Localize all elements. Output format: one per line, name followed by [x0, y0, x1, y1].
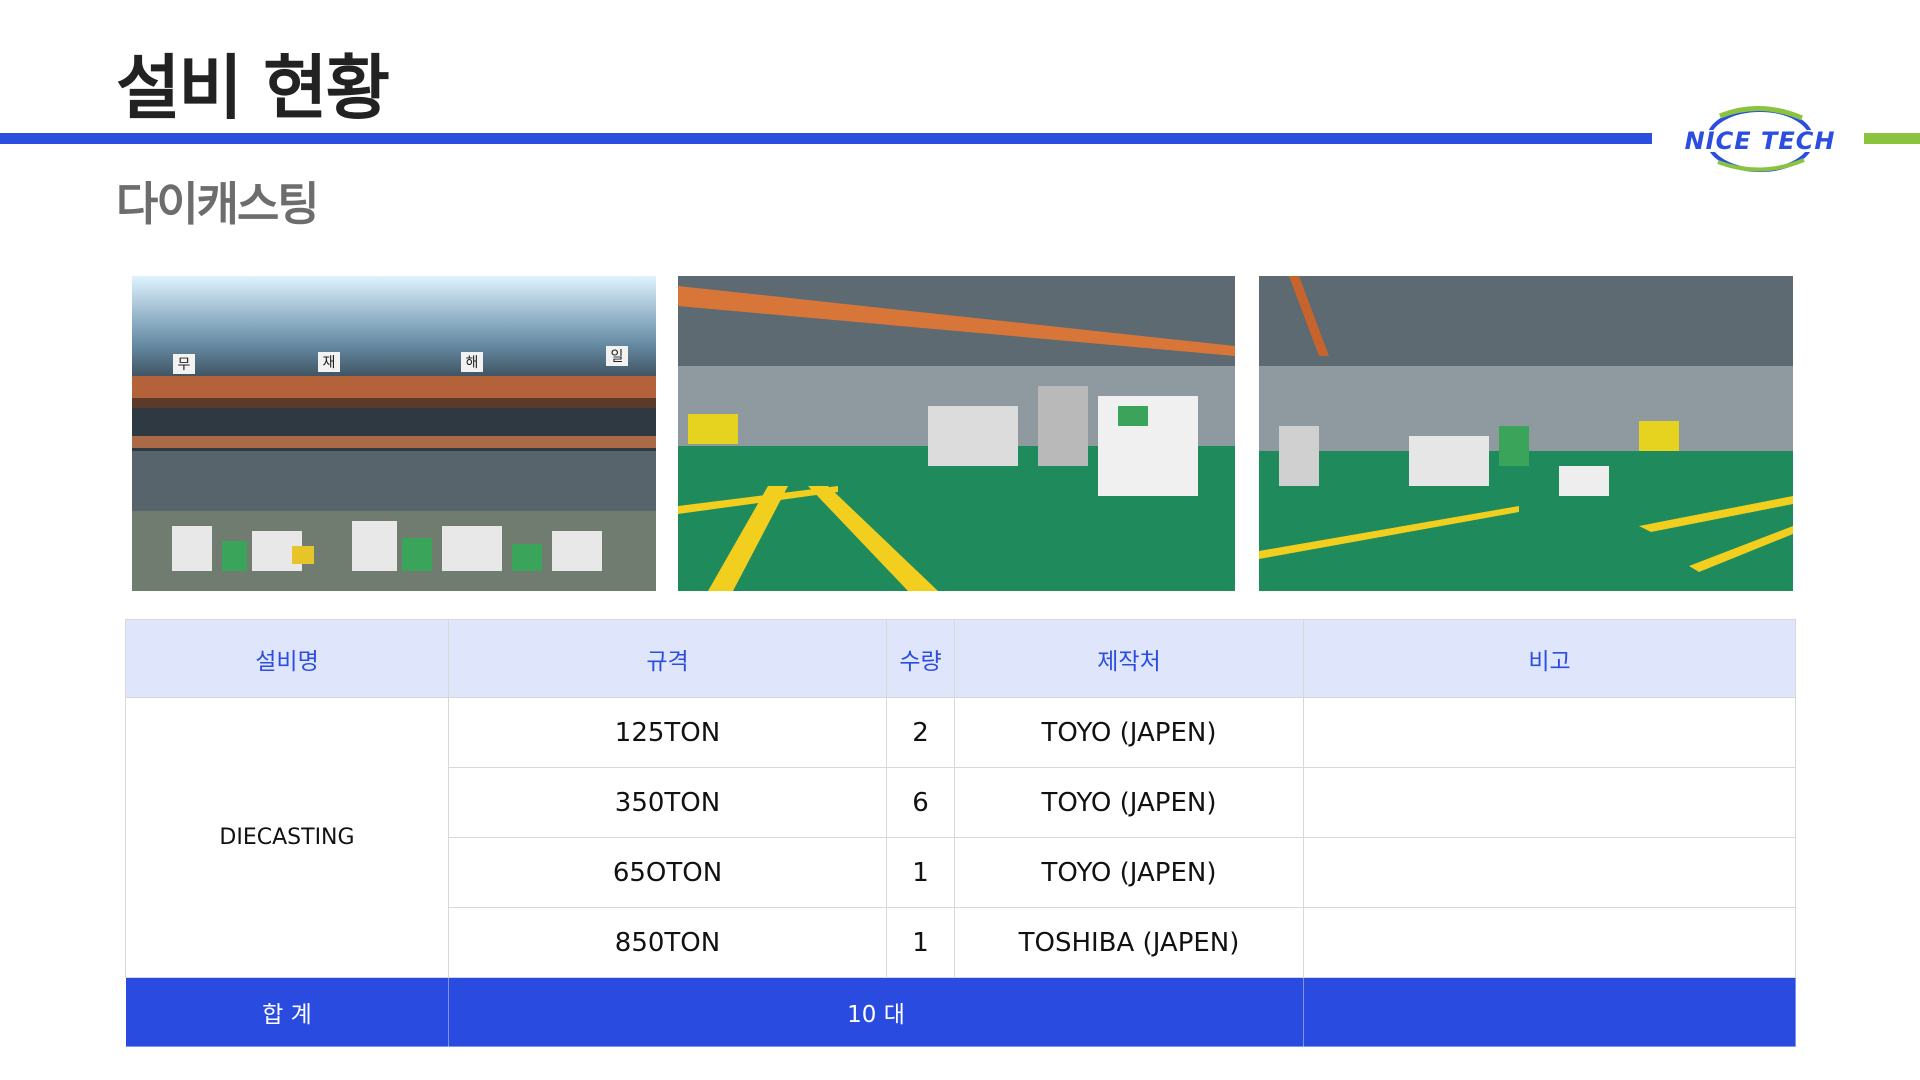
factory-interior-photo-3: [1259, 276, 1793, 591]
section-subtitle: 다이캐스팅: [116, 177, 320, 231]
spec-cell: 125TON: [448, 697, 887, 768]
logo-text: NICE TECH: [1685, 127, 1836, 155]
header-note: 비고: [1303, 619, 1796, 698]
quantity-cell: 2: [886, 697, 955, 768]
safety-sign-char: 일: [611, 349, 624, 365]
header-manufacturer: 제작처: [954, 619, 1304, 698]
table-row: DIECASTING 125TON 2 TOYO (JAPEN): [125, 697, 1796, 978]
header-equipment-name: 설비명: [125, 619, 449, 698]
note-cell: [1303, 907, 1796, 978]
header-spec: 규격: [448, 619, 887, 698]
manufacturer-cell: TOYO (JAPEN): [954, 767, 1304, 838]
factory-interior-photo-1: 무 재 해 일: [132, 276, 656, 591]
header-quantity: 수량: [886, 619, 955, 698]
total-value: 10 대: [448, 977, 1304, 1047]
safety-sign-char: 해: [466, 355, 479, 371]
quantity-cell: 1: [886, 907, 955, 978]
manufacturer-cell: TOSHIBA (JAPEN): [954, 907, 1304, 978]
note-cell: [1303, 767, 1796, 838]
spec-cell: 350TON: [448, 767, 887, 838]
note-cell: [1303, 837, 1796, 908]
header-divider-blue: [0, 133, 1652, 144]
safety-sign-char: 재: [323, 355, 336, 371]
factory-interior-photo-2: [678, 276, 1235, 591]
equipment-name-cell: DIECASTING: [125, 697, 449, 978]
spec-cell: 850TON: [448, 907, 887, 978]
total-note: [1303, 977, 1796, 1047]
total-label: 합 계: [125, 977, 449, 1047]
safety-sign-char: 무: [178, 357, 191, 373]
equipment-table: 설비명 규격 수량 제작처 비고 DIECASTING 125TON 2 TOY…: [125, 619, 1796, 1047]
quantity-cell: 1: [886, 837, 955, 908]
page-title: 설비 현황: [116, 47, 390, 129]
table-header-row: 설비명 규격 수량 제작처 비고: [125, 619, 1796, 698]
spec-cell: 65OTON: [448, 837, 887, 908]
header-divider-green: [1864, 133, 1920, 144]
note-cell: [1303, 697, 1796, 768]
manufacturer-cell: TOYO (JAPEN): [954, 697, 1304, 768]
manufacturer-cell: TOYO (JAPEN): [954, 837, 1304, 908]
nicetech-logo: NICE TECH: [1660, 104, 1860, 174]
quantity-cell: 6: [886, 767, 955, 838]
table-total-row: 합 계 10 대: [125, 977, 1796, 1047]
